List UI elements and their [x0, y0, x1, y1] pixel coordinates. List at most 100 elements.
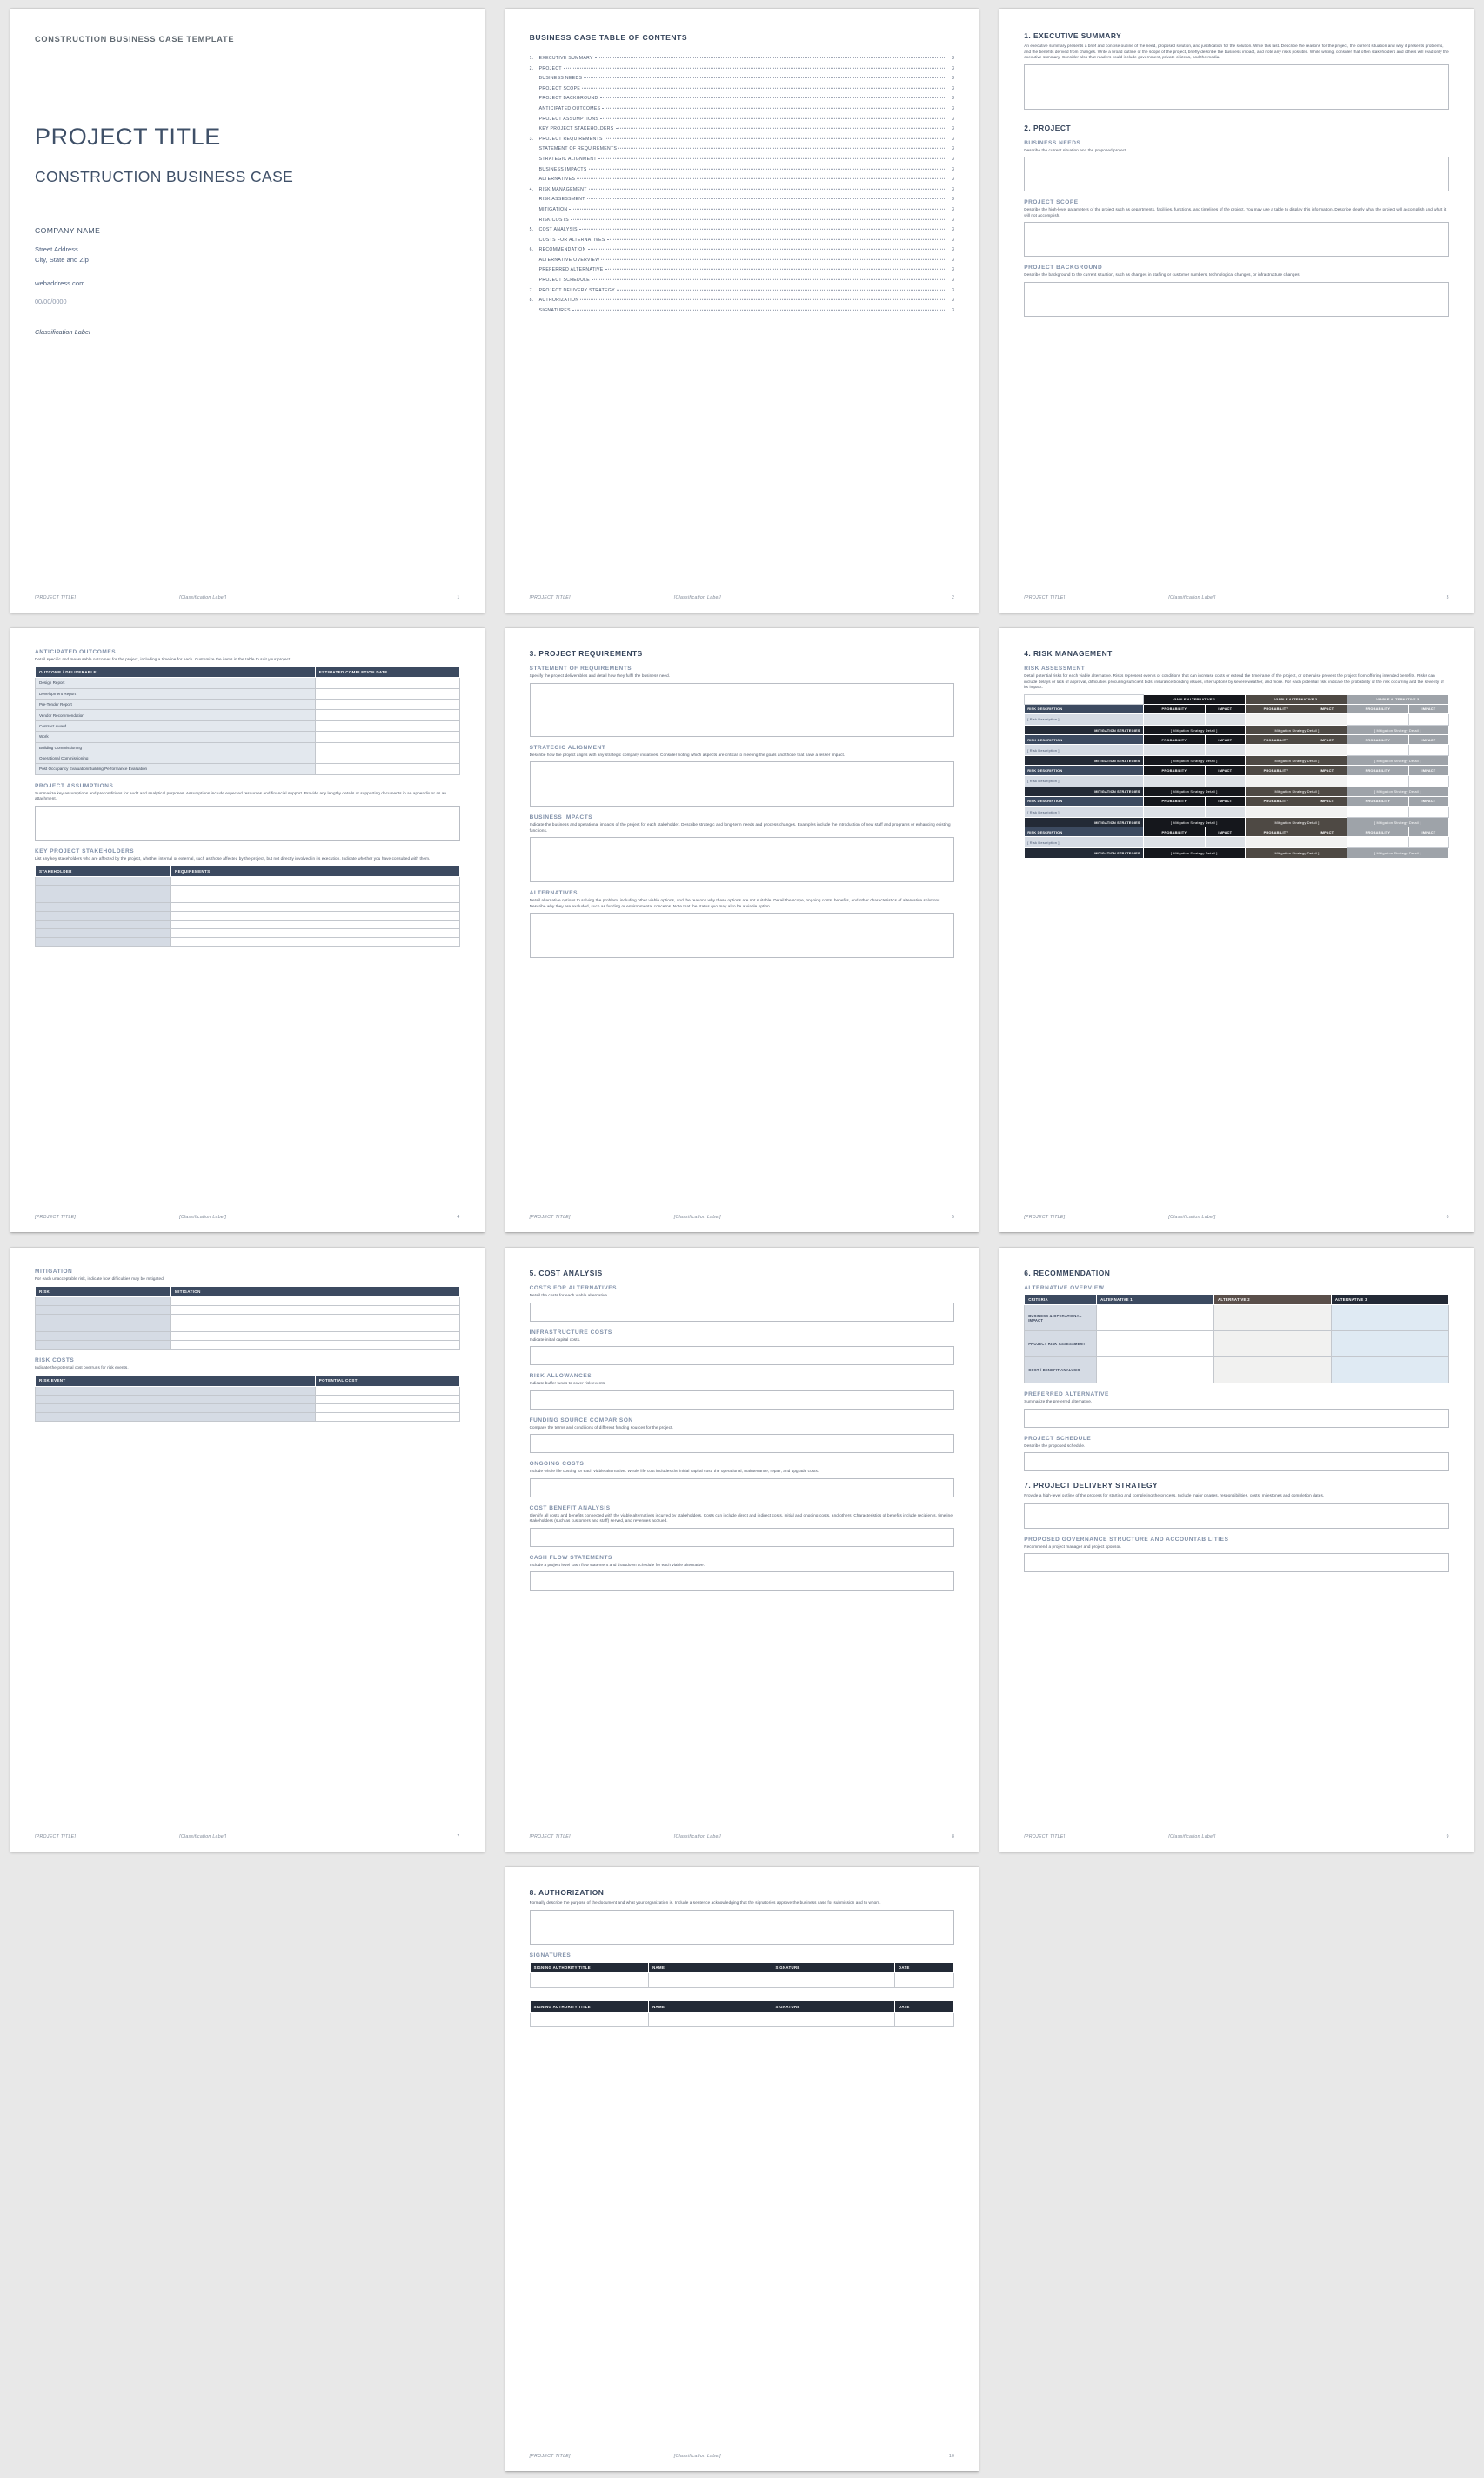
outcome-date-cell[interactable] — [314, 763, 460, 775]
impact-cell-alt2[interactable] — [1306, 836, 1347, 849]
toc-entry[interactable]: ANTICIPATED OUTCOMES 3 — [530, 106, 955, 111]
alternative-2-cell[interactable] — [1213, 1330, 1332, 1358]
outcome-date-cell[interactable] — [314, 752, 460, 765]
project-assumptions-input[interactable] — [35, 805, 460, 841]
risk-description-cell[interactable]: [ Risk Description ] — [1024, 806, 1144, 819]
risk-cell[interactable] — [34, 1331, 172, 1342]
outcome-date-cell[interactable] — [314, 720, 460, 733]
probability-cell-alt2[interactable] — [1244, 774, 1307, 787]
impact-cell-alt2[interactable] — [1306, 744, 1347, 757]
outcome-date-cell[interactable] — [314, 741, 460, 753]
sig-signature-cell[interactable] — [771, 1972, 895, 1989]
toc-entry[interactable]: STATEMENT OF REQUIREMENTS 3 — [530, 146, 955, 151]
mitigation-detail-alt2[interactable]: [ Mitigation Strategy Detail ] — [1244, 755, 1347, 767]
cost-section-input[interactable] — [529, 1390, 955, 1410]
toc-entry[interactable]: 3. PROJECT REQUIREMENTS 3 — [530, 137, 955, 142]
requirements-cell[interactable] — [170, 937, 460, 947]
mitigation-detail-alt3[interactable]: [ Mitigation Strategy Detail ] — [1346, 817, 1449, 828]
mitigation-cell[interactable] — [170, 1323, 460, 1333]
mitigation-detail-alt1[interactable]: [ Mitigation Strategy Detail ] — [1142, 755, 1246, 767]
probability-cell-alt3[interactable] — [1346, 806, 1410, 819]
mitigation-detail-alt3[interactable]: [ Mitigation Strategy Detail ] — [1346, 847, 1449, 859]
outcome-date-cell[interactable] — [314, 709, 460, 721]
cost-section-input[interactable] — [529, 1302, 955, 1322]
requirements-cell[interactable] — [170, 928, 460, 938]
preferred-alternative-input[interactable] — [1024, 1408, 1449, 1428]
toc-entry[interactable]: 4. RISK MANAGEMENT 3 — [530, 187, 955, 192]
impact-cell-alt3[interactable] — [1408, 713, 1449, 726]
outcome-date-cell[interactable] — [314, 687, 460, 700]
sig-title-cell[interactable] — [529, 2012, 650, 2028]
mitigation-detail-alt3[interactable]: [ Mitigation Strategy Detail ] — [1346, 724, 1449, 736]
requirements-cell[interactable] — [170, 902, 460, 912]
toc-entry[interactable]: PROJECT SCOPE 3 — [530, 86, 955, 91]
sig-title-cell[interactable] — [529, 1972, 650, 1989]
probability-cell-alt2[interactable] — [1244, 713, 1307, 726]
impact-cell-alt3[interactable] — [1408, 836, 1449, 849]
probability-cell-alt1[interactable] — [1142, 806, 1206, 819]
alternative-3-cell[interactable] — [1330, 1356, 1449, 1384]
mitigation-detail-alt3[interactable]: [ Mitigation Strategy Detail ] — [1346, 755, 1449, 767]
probability-cell-alt3[interactable] — [1346, 744, 1410, 757]
mitigation-detail-alt2[interactable]: [ Mitigation Strategy Detail ] — [1244, 847, 1347, 859]
mitigation-detail-alt2[interactable]: [ Mitigation Strategy Detail ] — [1244, 817, 1347, 828]
toc-entry[interactable]: BUSINESS NEEDS 3 — [530, 76, 955, 81]
stakeholder-cell[interactable] — [34, 876, 172, 886]
toc-entry[interactable]: COSTS FOR ALTERNATIVES 3 — [530, 238, 955, 243]
risk-cell[interactable] — [34, 1340, 172, 1350]
mitigation-cell[interactable] — [170, 1305, 460, 1316]
toc-entry[interactable]: SIGNATURES 3 — [530, 308, 955, 313]
probability-cell-alt1[interactable] — [1142, 713, 1206, 726]
toc-entry[interactable]: STRATEGIC ALIGNMENT 3 — [530, 157, 955, 162]
toc-entry[interactable]: ALTERNATIVE OVERVIEW 3 — [530, 258, 955, 263]
sig-name-cell[interactable] — [648, 1972, 772, 1989]
stakeholder-cell[interactable] — [34, 894, 172, 903]
alternative-3-cell[interactable] — [1330, 1304, 1449, 1332]
risk-cell[interactable] — [34, 1296, 172, 1307]
requirements-cell[interactable] — [170, 911, 460, 921]
potential-cost-cell[interactable] — [314, 1394, 460, 1404]
probability-cell-alt1[interactable] — [1142, 836, 1206, 849]
toc-entry[interactable]: PREFERRED ALTERNATIVE 3 — [530, 267, 955, 272]
alternative-3-cell[interactable] — [1330, 1330, 1449, 1358]
project-schedule-input[interactable] — [1024, 1452, 1449, 1472]
stakeholder-cell[interactable] — [34, 928, 172, 938]
toc-entry[interactable]: 1. EXECUTIVE SUMMARY 3 — [530, 56, 955, 61]
mitigation-detail-alt2[interactable]: [ Mitigation Strategy Detail ] — [1244, 724, 1347, 736]
project-delivery-strategy-input[interactable] — [1024, 1502, 1449, 1529]
mitigation-cell[interactable] — [170, 1296, 460, 1307]
risk-description-cell[interactable]: [ Risk Description ] — [1024, 836, 1144, 849]
sig-date-cell[interactable] — [893, 2012, 955, 2028]
toc-entry[interactable]: PROJECT BACKGROUND 3 — [530, 96, 955, 101]
mitigation-detail-alt3[interactable]: [ Mitigation Strategy Detail ] — [1346, 786, 1449, 797]
alternative-1-cell[interactable] — [1096, 1330, 1214, 1358]
risk-description-cell[interactable]: [ Risk Description ] — [1024, 744, 1144, 757]
toc-entry[interactable]: RISK COSTS 3 — [530, 218, 955, 223]
authorization-input[interactable] — [529, 1909, 955, 1945]
probability-cell-alt2[interactable] — [1244, 744, 1307, 757]
toc-entry[interactable]: BUSINESS IMPACTS 3 — [530, 167, 955, 172]
potential-cost-cell[interactable] — [314, 1403, 460, 1413]
risk-event-cell[interactable] — [35, 1394, 316, 1404]
mitigation-detail-alt1[interactable]: [ Mitigation Strategy Detail ] — [1142, 817, 1246, 828]
alternative-1-cell[interactable] — [1096, 1304, 1214, 1332]
impact-cell-alt2[interactable] — [1306, 806, 1347, 819]
toc-entry[interactable]: 2. PROJECT 3 — [530, 66, 955, 71]
alternative-2-cell[interactable] — [1213, 1356, 1332, 1384]
toc-entry[interactable]: 8. AUTHORIZATION 3 — [530, 298, 955, 303]
impact-cell-alt1[interactable] — [1204, 713, 1246, 726]
impact-cell-alt3[interactable] — [1408, 774, 1449, 787]
outcome-date-cell[interactable] — [314, 731, 460, 743]
impact-cell-alt3[interactable] — [1408, 806, 1449, 819]
business-needs-input[interactable] — [1024, 157, 1449, 192]
risk-event-cell[interactable] — [35, 1385, 316, 1396]
requirements-cell[interactable] — [170, 894, 460, 903]
risk-cell[interactable] — [34, 1323, 172, 1333]
risk-event-cell[interactable] — [35, 1403, 316, 1413]
mitigation-cell[interactable] — [170, 1314, 460, 1324]
toc-entry[interactable]: 6. RECOMMENDATION 3 — [530, 247, 955, 252]
risk-cell[interactable] — [34, 1305, 172, 1316]
toc-entry[interactable]: MITIGATION 3 — [530, 207, 955, 212]
mitigation-detail-alt2[interactable]: [ Mitigation Strategy Detail ] — [1244, 786, 1347, 797]
impact-cell-alt2[interactable] — [1306, 713, 1347, 726]
